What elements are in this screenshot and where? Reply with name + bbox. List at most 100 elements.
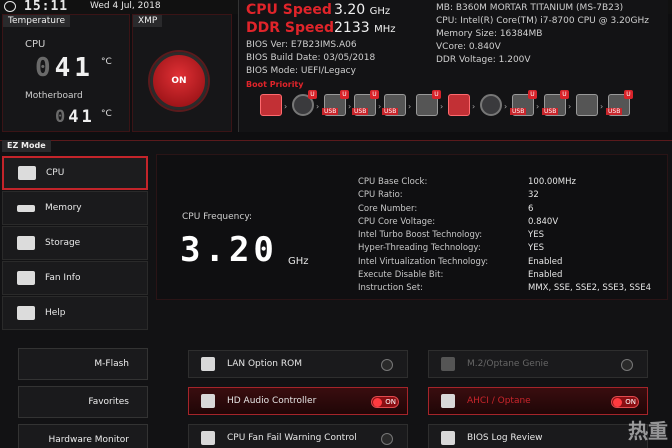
cpu-temp-label: CPU: [25, 39, 46, 50]
spec-value: MMX, SSE, SSE2, SSE3, SSE4: [528, 283, 651, 294]
bios-mode: BIOS Mode: UEFI/Legacy: [246, 66, 356, 76]
ahci-toggle[interactable]: ON: [611, 396, 639, 408]
spec-value: YES: [528, 243, 544, 254]
uefi-badge: U: [528, 90, 537, 99]
bios-log-review[interactable]: BIOS Log Review: [428, 424, 648, 448]
ddr-speed-label: DDR Speed: [246, 20, 335, 36]
spec-key: Intel Turbo Boost Technology:: [358, 230, 483, 241]
uefi-badge: U: [340, 90, 349, 99]
sidebar-item-help[interactable]: Help: [2, 296, 148, 330]
xmp-tab: XMP: [133, 15, 163, 27]
hd-audio-controller[interactable]: HD Audio Controller ON: [188, 387, 408, 415]
sidebar-item-fan-info[interactable]: Fan Info: [2, 261, 148, 295]
option-label: LAN Option ROM: [227, 359, 302, 369]
boot-device-usb-icon[interactable]: [576, 94, 598, 116]
spec-value: 6: [528, 203, 534, 214]
boot-device-hdd-icon[interactable]: [260, 94, 282, 116]
mb-temp-value: 041: [55, 107, 95, 127]
sidebar-item-label: Help: [45, 308, 66, 318]
ahci-optane[interactable]: AHCI / Optane ON: [428, 387, 648, 415]
hardware-monitor-label: Hardware Monitor: [48, 435, 129, 445]
temperature-tab: Temperature: [3, 15, 71, 27]
m2-toggle[interactable]: [621, 359, 633, 371]
m2-optane-genie[interactable]: M.2/Optane Genie: [428, 350, 648, 378]
fan-icon: [17, 271, 35, 285]
sidebar-item-label: CPU: [46, 168, 65, 178]
m-flash-label: M-Flash: [94, 359, 129, 369]
usb-label: USB: [322, 108, 339, 115]
uefi-badge: U: [560, 90, 569, 99]
spec-value: 32: [528, 190, 539, 201]
usb-label: USB: [510, 108, 527, 115]
m2-icon: [441, 357, 455, 371]
spec-key: Instruction Set:: [358, 283, 424, 294]
spec-value: Enabled: [528, 270, 563, 281]
cpu-speed-label: CPU Speed: [246, 2, 332, 18]
sidebar-item-storage[interactable]: Storage: [2, 226, 148, 260]
mb-model: MB: B360M MORTAR TITANIUM (MS-7B23): [436, 3, 624, 13]
usb-label: USB: [606, 108, 623, 115]
lan-icon: [201, 357, 215, 371]
boot-priority-list: › U › USB U › USB U › USB › U › › › USB …: [256, 90, 666, 124]
cpu-frequency-value: 3.20: [180, 230, 278, 270]
spec-key: CPU Core Voltage:: [358, 216, 436, 227]
fan-toggle[interactable]: [381, 433, 393, 445]
arrow-icon: ›: [536, 102, 540, 111]
boot-device-disc-icon[interactable]: [480, 94, 502, 116]
date-text: Wed 4 Jul, 2018: [90, 1, 161, 11]
arrow-icon: ›: [408, 102, 412, 111]
bios-build-date: BIOS Build Date: 03/05/2018: [246, 53, 376, 63]
memory-icon: [17, 204, 35, 212]
m-flash-button[interactable]: M-Flash: [18, 348, 148, 380]
spec-value: 0.840V: [528, 216, 559, 227]
log-icon: [441, 431, 455, 445]
xmp-on-button[interactable]: ON: [150, 52, 208, 110]
arrow-icon: ›: [504, 102, 508, 111]
spec-value: Enabled: [528, 256, 563, 267]
memory-size: Memory Size: 16384MB: [436, 29, 543, 39]
bios-version: BIOS Ver: E7B23IMS.A06: [246, 40, 357, 50]
help-icon: [17, 306, 35, 320]
boot-device-hdd-icon[interactable]: [448, 94, 470, 116]
arrow-icon: ›: [472, 102, 476, 111]
favorites-button[interactable]: Favorites: [18, 386, 148, 418]
cpu-temp-value: 041: [35, 53, 94, 83]
lan-option-rom[interactable]: LAN Option ROM: [188, 350, 408, 378]
ahci-icon: [441, 394, 455, 408]
lan-toggle[interactable]: [381, 359, 393, 371]
sidebar-item-memory[interactable]: Memory: [2, 191, 148, 225]
spec-key: CPU Base Clock:: [358, 177, 428, 187]
temperature-panel: Temperature CPU 041 °C Motherboard 041 °…: [2, 14, 130, 132]
clock-time: 15:11: [24, 0, 69, 14]
bios-screen: 15:11 Wed 4 Jul, 2018 Temperature CPU 04…: [0, 0, 672, 448]
ddr-voltage: DDR Voltage: 1.200V: [436, 55, 531, 65]
spec-value: YES: [528, 230, 544, 241]
sidebar-item-label: Memory: [45, 203, 82, 213]
watermark-logo: 热重: [628, 419, 668, 443]
uefi-badge: U: [308, 90, 317, 99]
arrow-icon: ›: [284, 102, 288, 111]
uefi-badge: U: [624, 90, 633, 99]
spec-key: CPU Ratio:: [358, 190, 403, 201]
cpu-temp-unit: °C: [101, 57, 112, 67]
option-label: BIOS Log Review: [467, 433, 543, 443]
hda-toggle[interactable]: ON: [371, 396, 399, 408]
hardware-monitor-button[interactable]: Hardware Monitor: [18, 424, 148, 448]
cpu-spec-values: 100.00MHz 32 6 0.840V YES YES Enabled En…: [528, 176, 668, 296]
cpu-fan-fail-warning[interactable]: CPU Fan Fail Warning Control: [188, 424, 408, 448]
mb-temp-label: Motherboard: [25, 91, 83, 101]
arrow-icon: ›: [440, 102, 444, 111]
usb-label: USB: [382, 108, 399, 115]
arrow-icon: ›: [378, 102, 382, 111]
favorites-label: Favorites: [88, 397, 129, 407]
sidebar-item-label: Fan Info: [45, 273, 81, 283]
mb-temp-unit: °C: [101, 109, 112, 119]
sidebar-item-cpu[interactable]: CPU: [2, 156, 148, 190]
arrow-icon: ›: [568, 102, 572, 111]
cpu-speed-value: 3.20 GHz: [334, 2, 391, 18]
uefi-badge: U: [432, 90, 441, 99]
usb-label: USB: [352, 108, 369, 115]
uefi-badge: U: [370, 90, 379, 99]
usb-label: USB: [542, 108, 559, 115]
spec-key: Core Number:: [358, 203, 418, 214]
